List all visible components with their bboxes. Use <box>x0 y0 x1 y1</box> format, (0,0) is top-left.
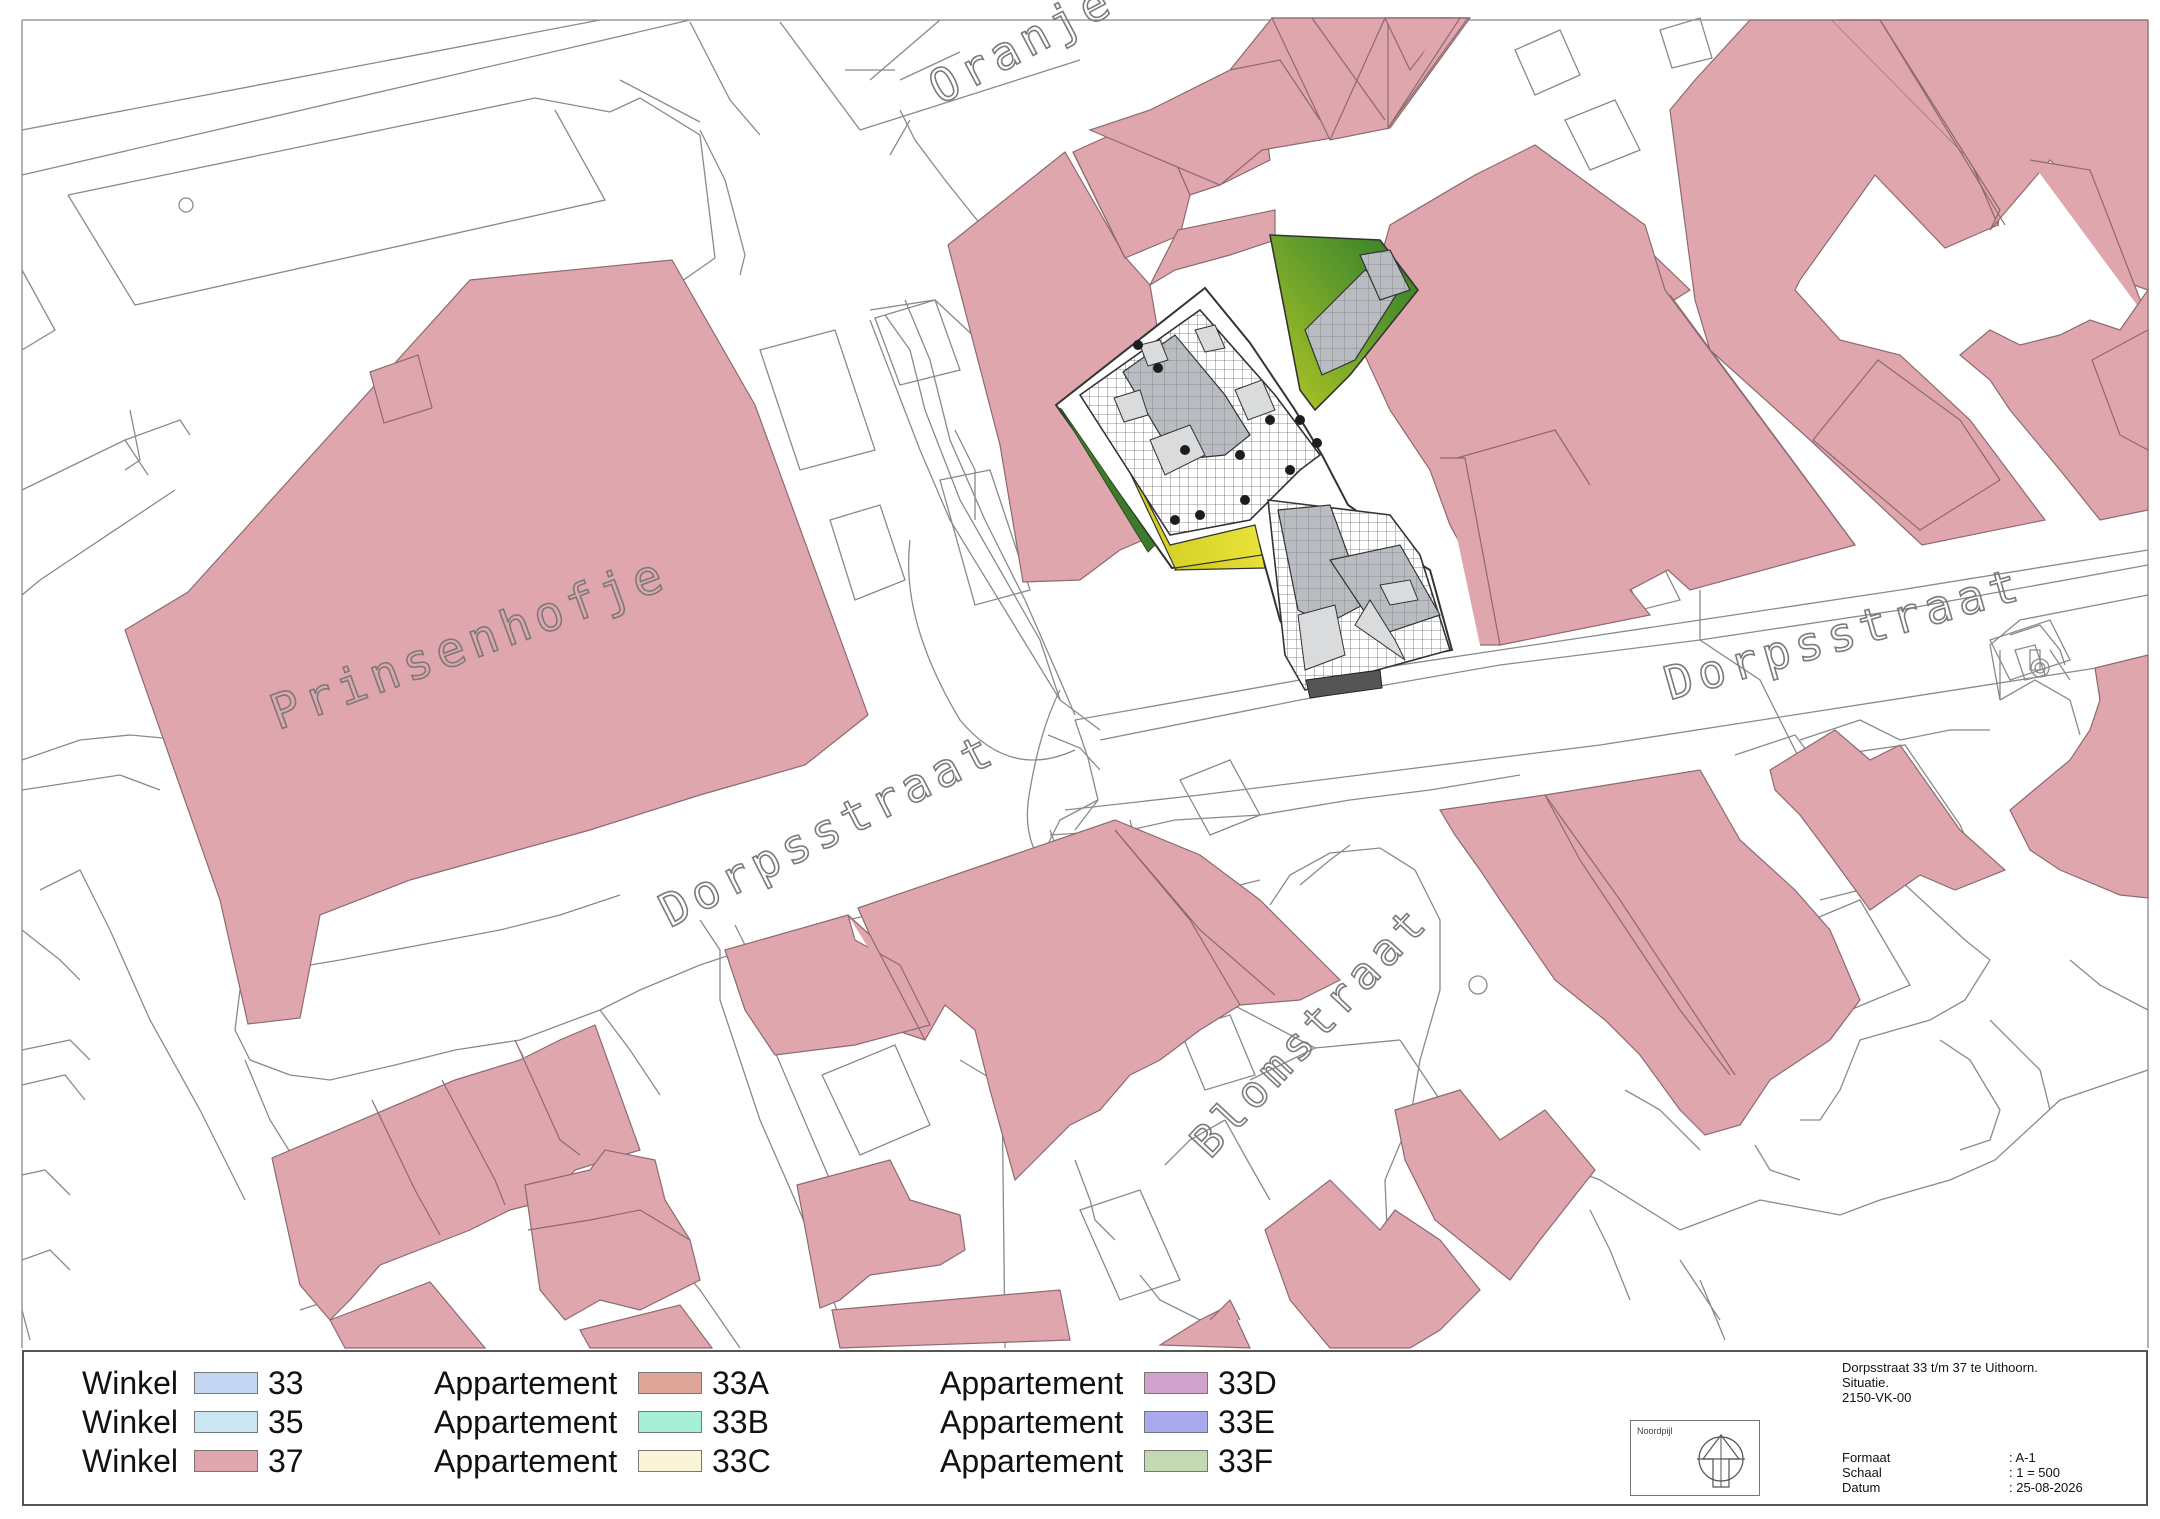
drawing-number: 2150-VK-00 <box>1842 1390 1912 1405</box>
street-label-oranje: Oranje <box>920 0 1124 115</box>
legend-label: Appartement <box>940 1364 1124 1401</box>
legend-label: Winkel <box>82 1442 179 1479</box>
field-key-scale: Schaal <box>1842 1465 1882 1480</box>
legend-label: Appartement <box>940 1403 1124 1440</box>
legend-code-33: 33 <box>268 1364 304 1401</box>
legend-item-33c: Appartement <box>434 1443 617 1479</box>
legend-code-37: 37 <box>268 1442 304 1479</box>
field-value-date: : 25-08-2026 <box>2009 1480 2083 1495</box>
field-value-scale: : 1 = 500 <box>2009 1465 2060 1480</box>
legend-label: Appartement <box>434 1442 618 1479</box>
legend-swatch-33a <box>638 1372 702 1394</box>
legend-item-35: Winkel <box>82 1404 178 1440</box>
legend-swatch-33e <box>1144 1411 1208 1433</box>
north-arrow-box: Noordpijl <box>1630 1420 1760 1496</box>
legend-swatch-33d <box>1144 1372 1208 1394</box>
legend-swatch-33c <box>638 1450 702 1472</box>
legend-item-33a: Appartement <box>434 1365 617 1401</box>
legend-label: Appartement <box>434 1364 618 1401</box>
legend-code-35: 35 <box>268 1403 304 1440</box>
legend-swatch-37 <box>194 1450 258 1472</box>
situation-map: Oranje Prinsenhofje Dorpsstraat Dorpsstr… <box>21 0 2149 1349</box>
field-key-date: Datum <box>1842 1480 1881 1495</box>
project-title: Dorpsstraat 33 t/m 37 te Uithoorn. <box>1842 1360 2038 1375</box>
legend-item-37: Winkel <box>82 1443 178 1479</box>
legend-item-33f: Appartement <box>940 1443 1123 1479</box>
legend-label: Winkel <box>82 1403 179 1440</box>
legend-code-33c: 33C <box>712 1442 771 1479</box>
legend-code-33d: 33D <box>1218 1364 1277 1401</box>
legend-label: Appartement <box>940 1442 1124 1479</box>
field-value-format: : A-1 <box>2009 1450 2036 1465</box>
legend-label: Winkel <box>82 1364 179 1401</box>
north-arrow-icon <box>1697 1434 1745 1488</box>
legend-item-33e: Appartement <box>940 1404 1123 1440</box>
legend-code-33f: 33F <box>1218 1442 1274 1479</box>
legend-code-33e: 33E <box>1218 1403 1275 1440</box>
legend-item-33b: Appartement <box>434 1404 617 1440</box>
field-key-format: Formaat <box>1842 1450 1891 1465</box>
legend-item-33: Winkel <box>82 1365 178 1401</box>
legend-swatch-33f <box>1144 1450 1208 1472</box>
legend-item-33d: Appartement <box>940 1365 1123 1401</box>
drawing-subject: Situatie. <box>1842 1375 1889 1390</box>
legend-swatch-35 <box>194 1411 258 1433</box>
legend-swatch-33 <box>194 1372 258 1394</box>
legend-code-33b: 33B <box>712 1403 769 1440</box>
legend-panel: Winkel 33 Winkel 35 Winkel 37 Appartemen… <box>22 1350 2148 1506</box>
legend-swatch-33b <box>638 1411 702 1433</box>
legend-code-33a: 33A <box>712 1364 769 1401</box>
legend-label: Appartement <box>434 1403 618 1440</box>
